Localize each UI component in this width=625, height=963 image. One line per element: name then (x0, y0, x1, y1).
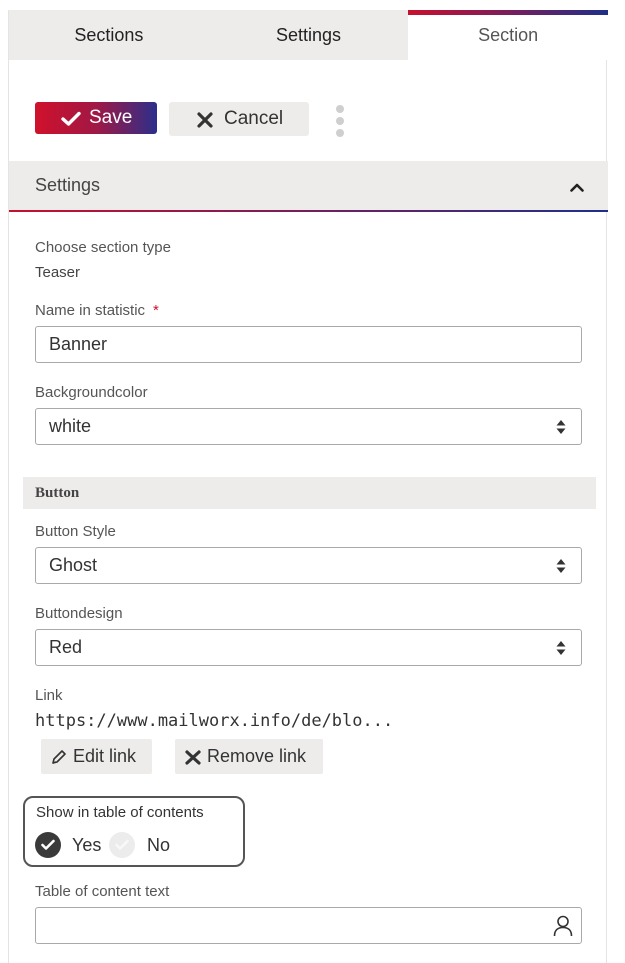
table-of-contents-toggle: Show in table of contents Yes No (23, 796, 245, 867)
toc-no-radio[interactable]: No (109, 832, 170, 858)
cancel-button-label: Cancel (224, 108, 284, 129)
backgroundcolor-select[interactable]: white (35, 408, 582, 445)
close-icon (185, 749, 201, 765)
settings-accordion-header[interactable]: Settings (9, 161, 608, 212)
section-type-value: Teaser (35, 264, 81, 281)
toc-yes-radio[interactable]: Yes (35, 832, 101, 858)
link-url: https://www.mailworx.info/de/blo... (35, 711, 394, 731)
edit-link-label: Edit link (73, 746, 137, 766)
link-label: Link (35, 687, 63, 704)
name-in-statistic-label-text: Name in statistic (35, 302, 146, 319)
tab-section[interactable]: Section (408, 10, 609, 60)
toc-no-label: No (147, 834, 171, 855)
tab-sections[interactable]: Sections (9, 10, 209, 60)
settings-header-title: Settings (35, 175, 101, 195)
checked-circle-icon (35, 832, 61, 858)
close-icon (197, 112, 213, 128)
save-button-label: Save (89, 107, 133, 128)
button-group-header: Button (23, 477, 596, 509)
chevron-up-icon (570, 183, 584, 192)
tab-settings[interactable]: Settings (208, 10, 409, 60)
button-style-label: Button Style (35, 523, 116, 540)
buttondesign-select-value: Red (49, 637, 83, 657)
section-editor-panel: Sections Settings Section Save Cancel Se… (8, 10, 609, 963)
cancel-button[interactable]: Cancel (169, 102, 309, 136)
button-style-select-value: Ghost (49, 555, 98, 575)
toc-text-label: Table of content text (35, 883, 170, 900)
pencil-icon (52, 749, 66, 764)
select-arrows-icon (556, 641, 566, 655)
backgroundcolor-label: Backgroundcolor (35, 384, 148, 401)
select-arrows-icon (556, 420, 566, 434)
name-in-statistic-label: Name in statistic * (35, 302, 159, 319)
remove-link-button[interactable]: Remove link (175, 739, 323, 774)
remove-link-label: Remove link (207, 746, 307, 766)
buttondesign-select[interactable]: Red (35, 629, 582, 666)
section-type-label: Choose section type (35, 239, 171, 256)
backgroundcolor-select-value: white (49, 416, 92, 436)
vertical-ellipsis-icon[interactable] (336, 105, 346, 137)
save-button[interactable]: Save (35, 102, 157, 134)
required-marker: * (153, 302, 159, 319)
tab-bar: Sections Settings Section (9, 10, 609, 60)
toc-label: Show in table of contents (36, 804, 204, 821)
checkmark-icon (61, 111, 81, 126)
edit-link-button[interactable]: Edit link (41, 739, 152, 774)
toc-yes-label: Yes (72, 834, 102, 855)
toc-text-input[interactable] (35, 907, 582, 944)
select-arrows-icon (556, 559, 566, 573)
buttondesign-label: Buttondesign (35, 605, 123, 622)
button-style-select[interactable]: Ghost (35, 547, 582, 584)
unchecked-circle-icon (109, 832, 135, 858)
person-icon[interactable] (553, 915, 573, 937)
name-in-statistic-input[interactable]: Banner (35, 326, 582, 363)
